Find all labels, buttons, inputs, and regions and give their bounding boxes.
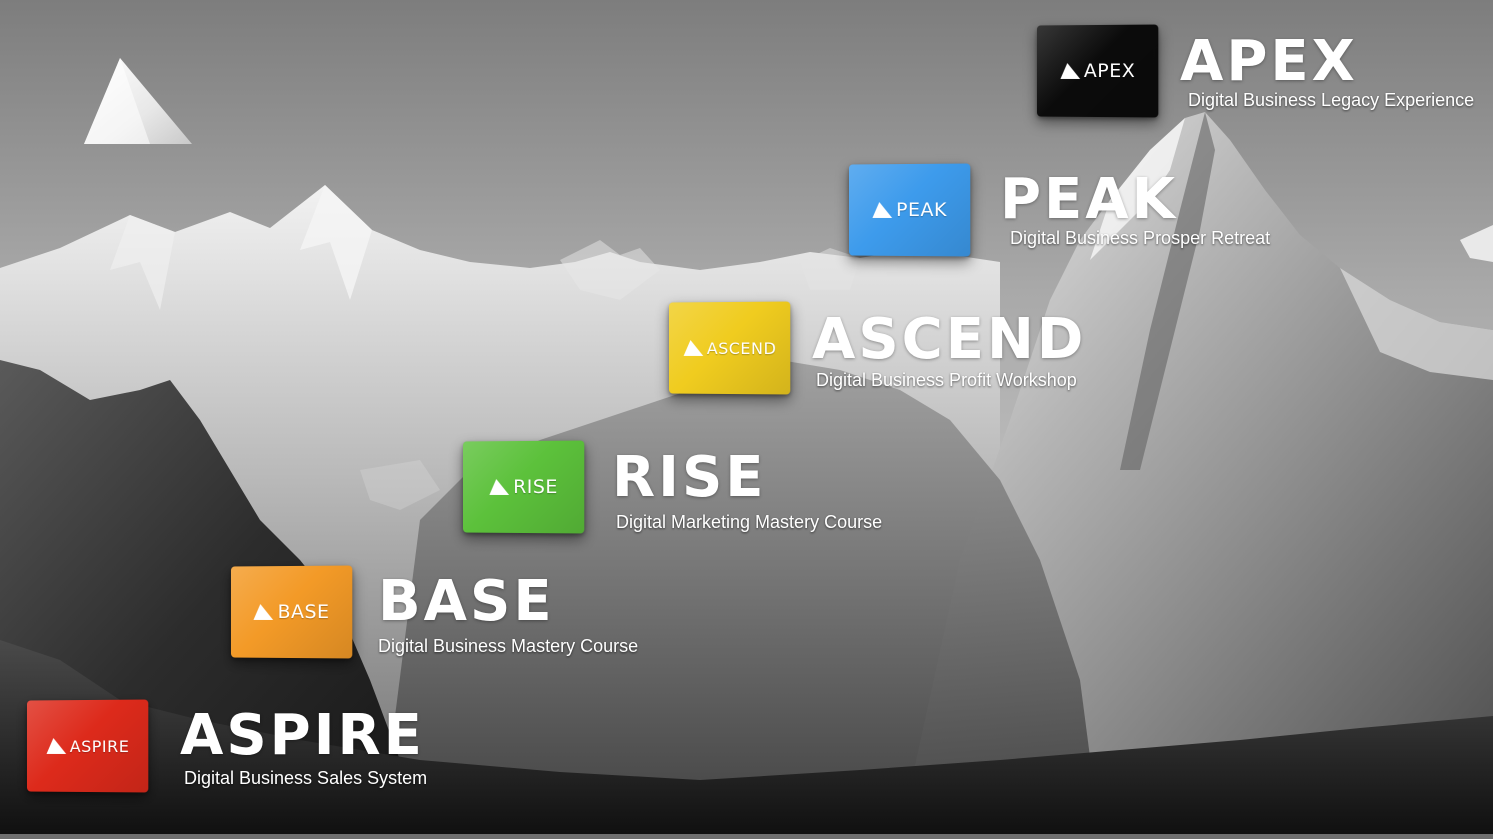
rise-card-label: RISE xyxy=(513,475,558,499)
apex-card[interactable]: APEX xyxy=(1036,24,1159,118)
triangle-icon xyxy=(683,340,703,356)
triangle-icon xyxy=(46,738,66,754)
rise-title: RISE xyxy=(612,445,767,510)
brand-logo xyxy=(80,52,196,148)
peak-card-label: PEAK xyxy=(896,198,947,222)
aspire-title: ASPIRE xyxy=(180,703,425,768)
aspire-card[interactable]: ASPIRE xyxy=(26,699,149,793)
rise-subtitle: Digital Marketing Mastery Course xyxy=(616,512,883,532)
peak-card[interactable]: PEAK xyxy=(848,163,971,257)
apex-card-label: APEX xyxy=(1083,59,1136,83)
base-card[interactable]: BASE xyxy=(230,565,353,659)
ascend-subtitle: Digital Business Profit Workshop xyxy=(816,370,1077,390)
aspire-card-label: ASPIRE xyxy=(69,736,130,756)
base-card-label: BASE xyxy=(277,600,330,624)
peak-title: PEAK xyxy=(1000,167,1179,232)
apex-subtitle: Digital Business Legacy Experience xyxy=(1188,90,1475,110)
apex-title: APEX xyxy=(1180,29,1358,94)
triangle-logo-icon xyxy=(84,58,192,144)
triangle-icon xyxy=(872,202,893,218)
triangle-icon xyxy=(489,479,510,495)
base-subtitle: Digital Business Mastery Course xyxy=(378,636,639,656)
peak-subtitle: Digital Business Prosper Retreat xyxy=(1010,228,1271,248)
triangle-icon xyxy=(1060,63,1080,79)
ascend-card[interactable]: ASCEND xyxy=(668,301,791,395)
base-title: BASE xyxy=(378,569,555,634)
triangle-icon xyxy=(253,604,274,620)
ascend-title: ASCEND xyxy=(812,307,1087,372)
ascend-card-label: ASCEND xyxy=(706,338,777,358)
aspire-subtitle: Digital Business Sales System xyxy=(184,768,428,788)
rise-card[interactable]: RISE xyxy=(462,440,585,534)
